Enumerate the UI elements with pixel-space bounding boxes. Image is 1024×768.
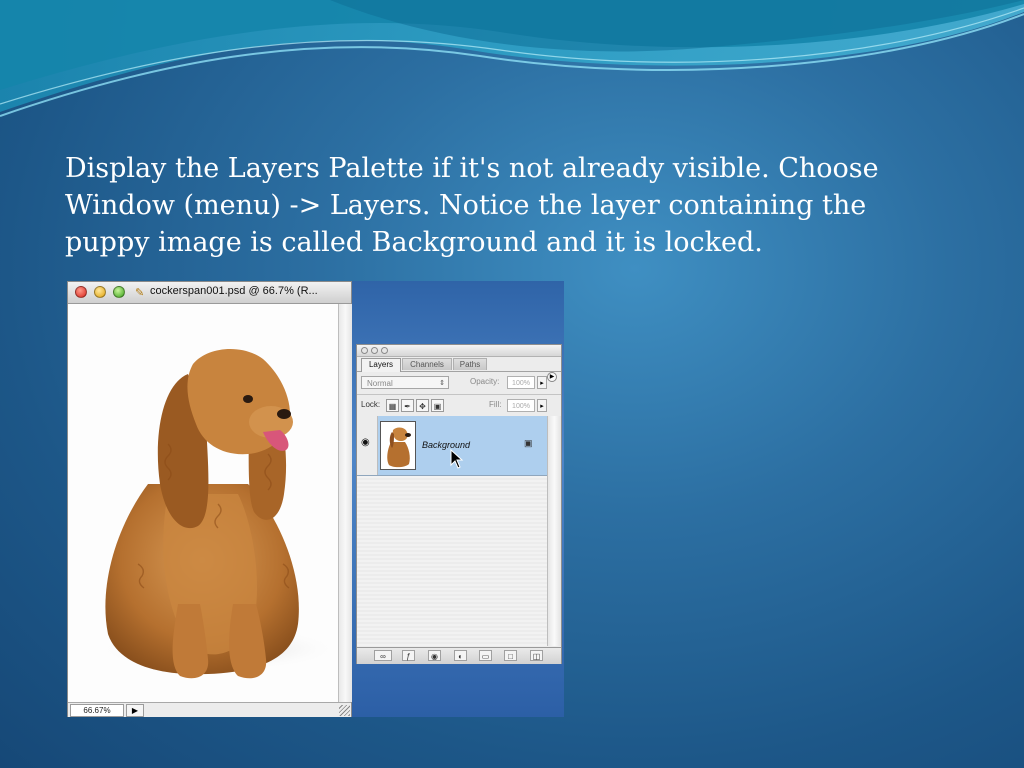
opacity-label: Opacity: (470, 377, 500, 386)
mouse-cursor-icon (450, 449, 464, 469)
document-canvas[interactable] (68, 304, 338, 702)
lock-options-row: Lock: ▦ ✒ ✥ ▣ Fill: 100% ▸ (357, 395, 561, 418)
layer-thumbnail (380, 421, 416, 470)
palette-bottom-bar: ∞ ƒ ◉ ◐ ▭ □ ◫ (357, 647, 561, 664)
tab-channels[interactable]: Channels (402, 358, 452, 370)
document-vertical-scrollbar[interactable] (338, 304, 352, 702)
lock-label: Lock: (361, 400, 381, 409)
lock-all-icon[interactable]: ▣ (431, 399, 444, 412)
photoshop-screenshot: ✎ cockerspan001.psd @ 66.7% (R... 66.67%… (67, 281, 564, 717)
header-waves (0, 0, 1024, 117)
zoom-level-field[interactable]: 66.67% (70, 704, 124, 717)
zoom-button[interactable] (113, 286, 125, 298)
document-title-bar[interactable]: ✎ cockerspan001.psd @ 66.7% (R... (68, 282, 351, 304)
opacity-slider-arrow-icon[interactable]: ▸ (537, 376, 547, 389)
palette-minimize-button[interactable] (371, 347, 378, 354)
visibility-cell[interactable]: ◉ (357, 416, 378, 475)
trash-icon[interactable]: ◫ (530, 650, 543, 661)
document-title: cockerspan001.psd @ 66.7% (R... (150, 285, 318, 297)
tab-layers[interactable]: Layers (361, 358, 401, 372)
palette-close-button[interactable] (361, 347, 368, 354)
fill-slider-arrow-icon[interactable]: ▸ (537, 399, 547, 412)
blend-options-row: Normal ⇕ Opacity: 100% ▸ (357, 372, 561, 395)
fill-field[interactable]: 100% (507, 399, 535, 412)
palette-tabs: Layers Channels Paths ▶ (357, 357, 561, 382)
document-status-bar: 66.67% ▶ (68, 702, 351, 717)
close-button[interactable] (75, 286, 87, 298)
eye-icon[interactable]: ◉ (361, 438, 373, 448)
cocker-spaniel-image (98, 348, 338, 679)
palette-title-bar[interactable] (357, 345, 561, 357)
layer-row-background[interactable]: ◉ Background ▣ (357, 416, 547, 476)
blend-mode-value: Normal (367, 379, 393, 388)
palette-vertical-scrollbar[interactable] (547, 416, 561, 646)
psd-file-icon: ✎ (135, 287, 145, 299)
tab-paths[interactable]: Paths (453, 358, 487, 370)
minimize-button[interactable] (94, 286, 106, 298)
blend-mode-select[interactable]: Normal ⇕ (361, 376, 449, 389)
new-layer-icon[interactable]: □ (504, 650, 517, 661)
lock-transparency-icon[interactable]: ▦ (386, 399, 399, 412)
new-group-icon[interactable]: ▭ (479, 650, 492, 661)
layer-style-icon[interactable]: ƒ (402, 650, 415, 661)
link-layers-icon[interactable]: ∞ (374, 650, 392, 661)
fill-label: Fill: (489, 400, 502, 409)
adjustment-layer-icon[interactable]: ◐ (454, 650, 467, 661)
lock-icon: ▣ (524, 438, 533, 448)
lock-pixels-icon[interactable]: ✒ (401, 399, 414, 412)
resize-grip[interactable] (339, 705, 350, 716)
thumbnail-dog-image (387, 427, 411, 468)
lock-position-icon[interactable]: ✥ (416, 399, 429, 412)
layer-list: ◉ Background ▣ (357, 416, 547, 646)
slide-instruction-text: Display the Layers Palette if it's not a… (65, 153, 879, 258)
status-arrow-icon[interactable]: ▶ (126, 704, 144, 717)
layers-palette: Layers Channels Paths ▶ Normal ⇕ Opacity:… (356, 344, 562, 664)
updown-arrow-icon: ⇕ (439, 380, 445, 387)
palette-zoom-button[interactable] (381, 347, 388, 354)
opacity-field[interactable]: 100% (507, 376, 535, 389)
document-window: ✎ cockerspan001.psd @ 66.7% (R... 66.67%… (67, 281, 352, 717)
layer-mask-icon[interactable]: ◉ (428, 650, 441, 661)
